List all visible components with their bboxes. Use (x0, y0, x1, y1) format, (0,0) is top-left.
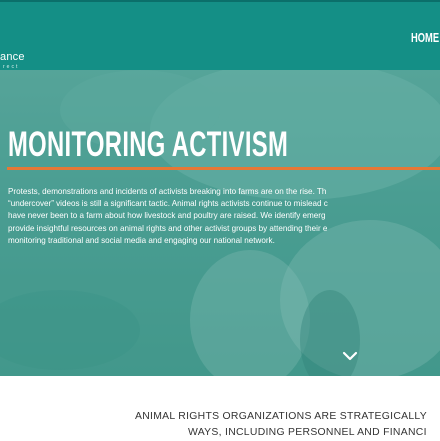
intro-heading-line: ANIMAL RIGHTS ORGANIZATIONS ARE STRATEGI… (135, 411, 427, 422)
hero-description: Protests, demonstrations and incidents o… (8, 186, 440, 256)
nav-home-link[interactable]: HOME (411, 30, 439, 46)
intro-heading-line: WAYS, INCLUDING PERSONNEL AND FINANCI (188, 427, 427, 438)
hero-description-line: have never been to a farm about how live… (8, 211, 326, 221)
site-header: ance rect HOME (0, 2, 440, 70)
page-title: MONITORING ACTIVISM (8, 125, 289, 164)
hero-description-line: Protests, demonstrations and incidents o… (8, 187, 327, 196)
hero-description-line: provide insightful resources on animal r… (8, 223, 328, 233)
hero-description-line: monitoring traditional and social media … (8, 235, 275, 245)
title-underline (7, 167, 440, 170)
chevron-down-icon[interactable] (342, 350, 358, 362)
hero-description-line: “undercover” videos is still a significa… (8, 199, 328, 209)
logo-wordmark[interactable]: ance (0, 52, 25, 63)
intro-section: ANIMAL RIGHTS ORGANIZATIONS ARE STRATEGI… (0, 376, 440, 440)
